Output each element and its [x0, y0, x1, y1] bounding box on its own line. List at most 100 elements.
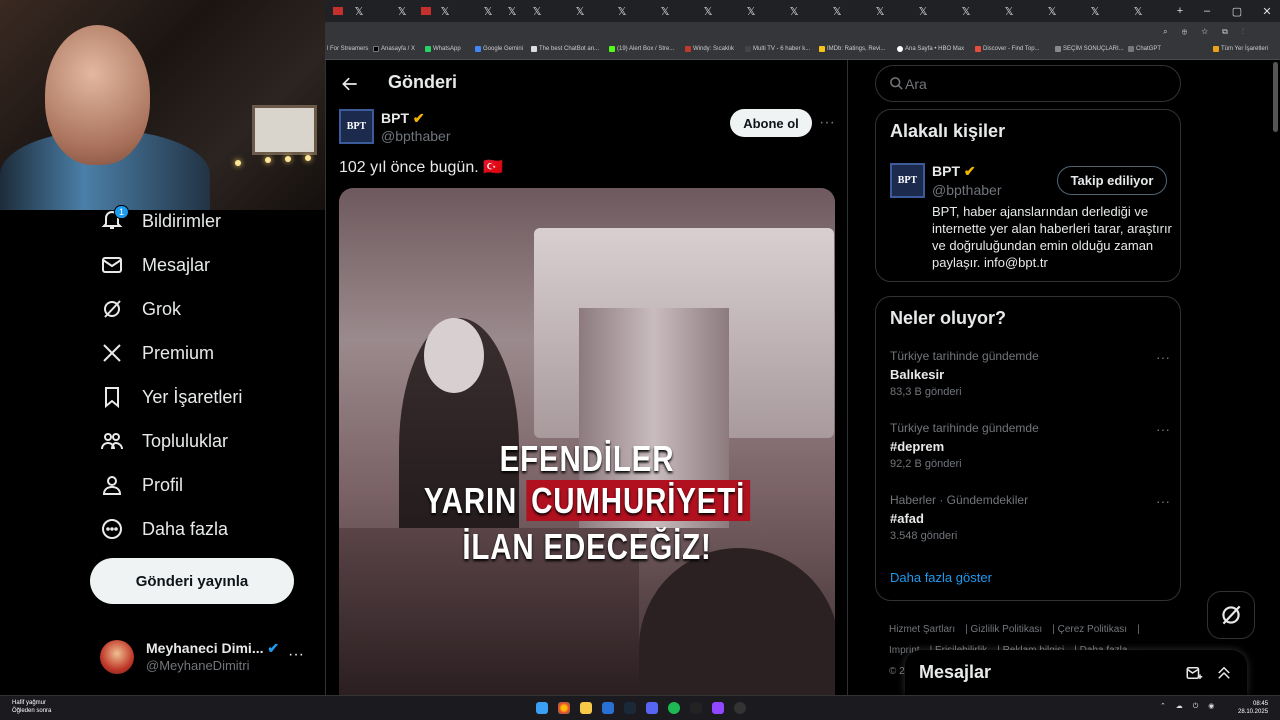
x-tab-icon[interactable]: 𝕏	[438, 4, 452, 18]
close-window-icon[interactable]: ✕	[1260, 4, 1274, 18]
bookmark-item[interactable]: Windy: Sıcaklık	[685, 46, 734, 52]
show-more-link[interactable]: Daha fazla göster	[890, 570, 992, 585]
nav-messages[interactable]: Mesajlar	[100, 248, 210, 282]
tab-icon[interactable]	[421, 7, 431, 15]
footer-link[interactable]: Çerez Politikası	[1058, 624, 1127, 635]
bookmark-item[interactable]: Multi TV - 6 haber k...	[745, 46, 810, 52]
x-tab-icon[interactable]: 𝕏	[1088, 4, 1102, 18]
bookmark-item[interactable]: Google Gemini	[475, 46, 523, 52]
bookmark-item[interactable]: Anasayfa / X	[373, 46, 415, 52]
x-tab-icon[interactable]: 𝕏	[573, 4, 587, 18]
x-tab-icon[interactable]: 𝕏	[1002, 4, 1016, 18]
minimize-icon[interactable]: –	[1200, 4, 1214, 18]
x-tab-icon[interactable]: 𝕏	[959, 4, 973, 18]
bookmark-item[interactable]: SEÇİM SONUÇLARI...	[1055, 46, 1124, 52]
post-button[interactable]: Gönderi yayınla	[90, 558, 294, 604]
chrome-icon[interactable]	[558, 702, 570, 714]
bookmark-item[interactable]: (19) Alert Box / Stre...	[609, 46, 674, 52]
author-avatar[interactable]: BPT	[339, 109, 374, 144]
messages-drawer[interactable]: Mesajlar	[905, 650, 1247, 695]
author-handle[interactable]: @bpthaber	[381, 128, 450, 144]
new-message-icon[interactable]	[1185, 664, 1203, 682]
x-tab-icon[interactable]: 𝕏	[530, 4, 544, 18]
x-tab-icon[interactable]: 𝕏	[873, 4, 887, 18]
bookmark-item[interactable]: Discover - Find Top...	[975, 46, 1040, 52]
discord-icon[interactable]	[646, 702, 658, 714]
app-icon[interactable]	[734, 702, 746, 714]
trend-more-icon[interactable]: ···	[1156, 349, 1170, 365]
epic-games-icon[interactable]	[690, 702, 702, 714]
x-tab-icon[interactable]: 𝕏	[658, 4, 672, 18]
account-more-icon[interactable]: ···	[288, 646, 304, 664]
bookmark-item[interactable]: The best ChatBot an...	[531, 46, 599, 52]
bookmark-item[interactable]: WhatsApp	[425, 46, 461, 52]
x-tab-icon[interactable]: 𝕏	[481, 4, 495, 18]
x-tab-icon[interactable]: 𝕏	[1045, 4, 1059, 18]
search-icon	[890, 77, 903, 90]
x-tab-icon[interactable]: 𝕏	[505, 4, 519, 18]
nav-bookmarks[interactable]: Yer İşaretleri	[100, 380, 242, 414]
x-tab-icon[interactable]: 𝕏	[352, 4, 366, 18]
related-name[interactable]: BPT ✔	[932, 163, 976, 180]
expand-up-icon[interactable]	[1215, 664, 1233, 682]
trend-more-icon[interactable]: ···	[1156, 493, 1170, 509]
bookmark-item[interactable]: ChatGPT	[1128, 46, 1161, 52]
new-tab-icon[interactable]: +	[1173, 4, 1187, 18]
post-video[interactable]: EFENDİLER YARIN CUMHURİYETİ İLAN EDECEĞİ…	[339, 188, 835, 695]
account-switcher[interactable]: Meyhaneci Dimi... ✔ @MeyhaneDimitri ···	[100, 638, 315, 684]
verified-icon: ✔	[267, 640, 280, 656]
trend-context: Haberler · Gündemdekiler	[890, 493, 1029, 507]
search-input[interactable]: Ara	[875, 65, 1181, 102]
trend-item[interactable]: Türkiye tarihinde gündemde #deprem 92,2 …	[890, 421, 1170, 470]
avatar[interactable]: BPT	[890, 163, 925, 198]
following-button[interactable]: Takip ediliyor	[1057, 166, 1167, 195]
file-explorer-icon[interactable]	[580, 702, 592, 714]
x-tab-icon[interactable]: 𝕏	[787, 4, 801, 18]
nav-premium[interactable]: Premium	[100, 336, 214, 370]
tray-icons[interactable]: ⌃ ☁ ⏻ ◉	[1160, 702, 1218, 711]
trend-more-icon[interactable]: ···	[1156, 421, 1170, 437]
subscribe-button[interactable]: Abone ol	[730, 109, 812, 137]
post-more-icon[interactable]: ···	[819, 114, 835, 132]
spotify-icon[interactable]	[668, 702, 680, 714]
steam-icon[interactable]	[624, 702, 636, 714]
x-tab-icon[interactable]: 𝕏	[1131, 4, 1145, 18]
footer-link[interactable]: Gizlilik Politikası	[971, 624, 1043, 635]
footer-link[interactable]: Hizmet Şartları	[889, 624, 955, 635]
nav-communities[interactable]: Topluluklar	[100, 424, 228, 458]
bookmark-item[interactable]: Ana Sayfa • HBO Max	[897, 46, 964, 52]
back-arrow-icon[interactable]	[340, 74, 360, 94]
bookmark-icon	[105, 387, 119, 409]
trend-posts: 83,3 B gönderi	[890, 386, 962, 398]
app-icon[interactable]	[602, 702, 614, 714]
app-icon[interactable]	[712, 702, 724, 714]
clock[interactable]: 08:45 28.10.2025	[1238, 700, 1268, 716]
maximize-icon[interactable]: ▢	[1230, 4, 1244, 18]
bookmark-item[interactable]: l For Streamers	[327, 46, 368, 52]
bookmark-item[interactable]: IMDb: Ratings, Revi...	[819, 46, 885, 52]
author-name[interactable]: BPT ✔	[381, 110, 425, 127]
nav-profile[interactable]: Profil	[100, 468, 183, 502]
tab-icon[interactable]	[333, 7, 343, 15]
trend-item[interactable]: Haberler · Gündemdekiler #afad 3.548 gön…	[890, 493, 1170, 542]
x-tab-icon[interactable]: 𝕏	[916, 4, 930, 18]
nav-label: Mesajlar	[142, 254, 211, 275]
related-handle[interactable]: @bpthaber	[932, 182, 1001, 198]
start-icon[interactable]	[536, 702, 548, 714]
nav-grok[interactable]: Grok	[100, 292, 181, 326]
scrollbar[interactable]	[1273, 62, 1278, 132]
x-tab-icon[interactable]: 𝕏	[395, 4, 409, 18]
weather-widget[interactable]: Hafif yağmur Öğleden sonra	[12, 699, 51, 715]
grok-floating-button[interactable]	[1207, 591, 1255, 639]
x-tab-icon[interactable]: 𝕏	[615, 4, 629, 18]
nav-notifications[interactable]: 1 Bildirimler	[100, 204, 221, 238]
trend-item[interactable]: Türkiye tarihinde gündemde Balıkesir 83,…	[890, 349, 1170, 398]
bookmark-item-all[interactable]: Tüm Yer İşaretleri	[1213, 46, 1268, 52]
x-tab-icon[interactable]: 𝕏	[701, 4, 715, 18]
toolbar-icons[interactable]: ⌕ ⊕ ☆ ⧉ ⋮	[1163, 27, 1250, 37]
nav-more[interactable]: Daha fazla	[100, 512, 228, 546]
x-tab-icon[interactable]: 𝕏	[830, 4, 844, 18]
more-circle-icon	[102, 519, 122, 539]
x-tab-icon[interactable]: 𝕏	[744, 4, 758, 18]
nav-label: Grok	[142, 298, 182, 319]
